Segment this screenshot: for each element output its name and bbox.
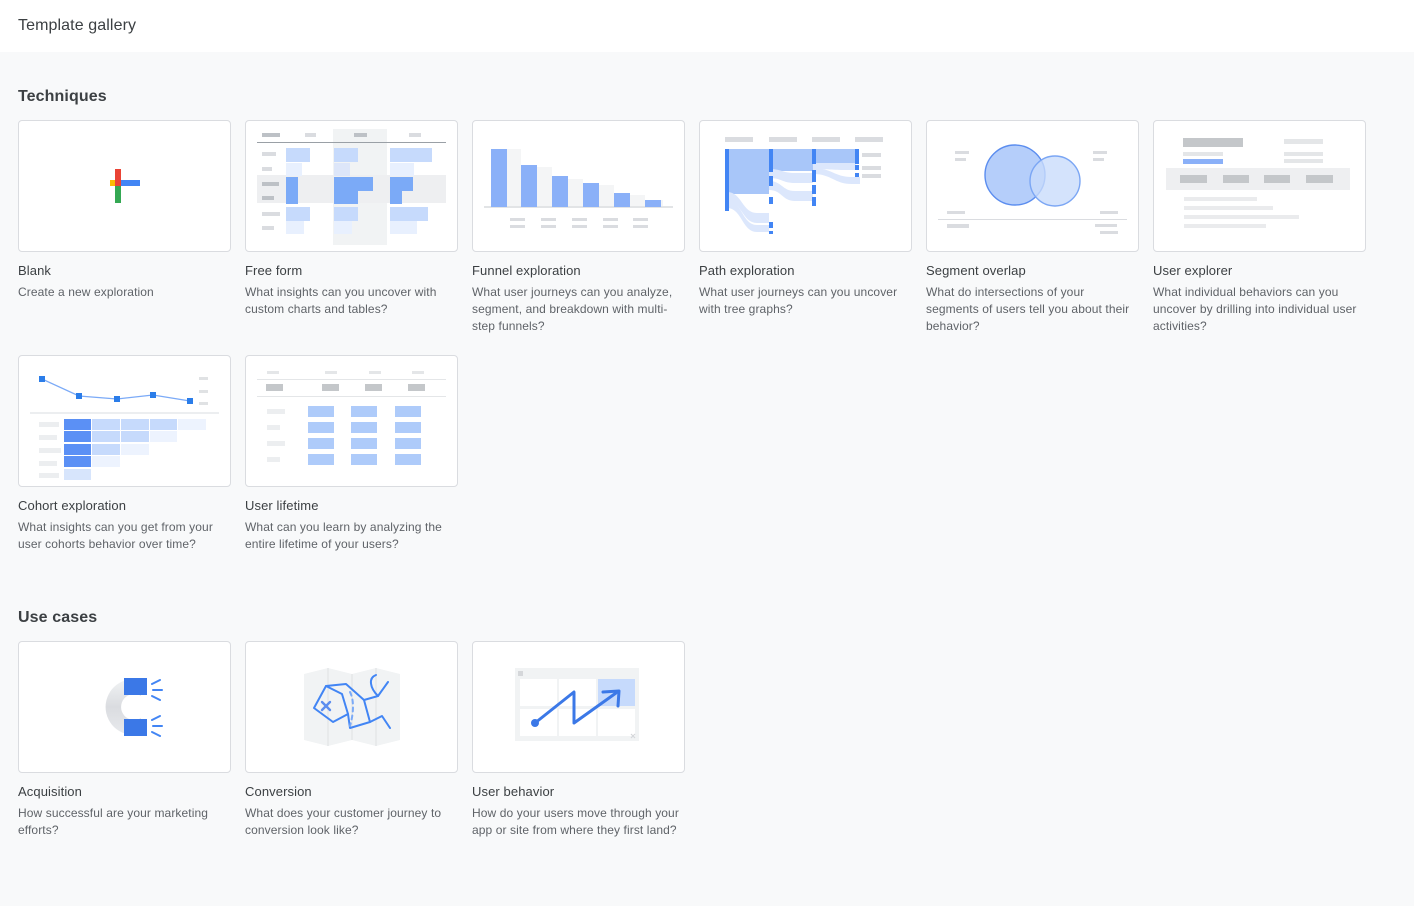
magnet-thumbnail bbox=[18, 641, 231, 773]
template-card-user-behavior[interactable]: User behavior How do your users move thr… bbox=[472, 641, 685, 839]
map-thumbnail bbox=[245, 641, 458, 773]
card-title: Cohort exploration bbox=[18, 498, 127, 513]
card-description: Create a new exploration bbox=[18, 285, 154, 299]
card-description: What can you learn by analyzing the enti… bbox=[245, 520, 442, 551]
card-description: What user journeys can you uncover with … bbox=[699, 285, 898, 316]
funnel-chart-icon bbox=[484, 149, 673, 228]
template-gallery-content: Techniques Blank Create a new exploratio… bbox=[0, 52, 1414, 859]
card-title: Free form bbox=[245, 263, 303, 278]
template-card-free-form[interactable]: Free form What insights can you uncover … bbox=[245, 120, 458, 335]
card-description: What individual behaviors can you uncove… bbox=[1153, 285, 1357, 333]
section-title-techniques: Techniques bbox=[18, 88, 107, 105]
card-title: Blank bbox=[18, 263, 52, 278]
blank-plus-thumbnail bbox=[18, 120, 231, 252]
card-description: What user journeys can you analyze, segm… bbox=[472, 285, 673, 333]
grid-arrow-thumbnail bbox=[472, 641, 685, 773]
funnel-bars-thumbnail bbox=[472, 120, 685, 252]
card-description: What do intersections of your segments o… bbox=[926, 285, 1130, 333]
user-lifetime-table-thumbnail bbox=[245, 355, 458, 487]
page-title: Template gallery bbox=[18, 17, 137, 34]
spark-lines-top bbox=[151, 679, 163, 701]
template-card-cohort-exploration[interactable]: Cohort exploration What insights can you… bbox=[18, 355, 231, 553]
card-title: User explorer bbox=[1153, 263, 1233, 278]
techniques-card-grid: Blank Create a new exploration Free form… bbox=[18, 120, 1396, 573]
user-lifetime-table-icon bbox=[257, 371, 446, 465]
template-card-segment-overlap[interactable]: Segment overlap What do intersections of… bbox=[926, 120, 1139, 335]
card-title: User lifetime bbox=[245, 498, 319, 513]
cohort-line-table-thumbnail bbox=[18, 355, 231, 487]
card-title: User behavior bbox=[472, 784, 555, 799]
page-header: Template gallery bbox=[0, 0, 1414, 52]
card-description: What insights can you get from your user… bbox=[18, 520, 213, 551]
magnet-icon bbox=[105, 678, 163, 737]
card-title: Funnel exploration bbox=[472, 263, 581, 278]
venn-diagram-icon bbox=[938, 144, 1127, 234]
card-title: Conversion bbox=[245, 784, 312, 799]
template-card-acquisition[interactable]: Acquisition How successful are your mark… bbox=[18, 641, 231, 839]
window-grid-arrow-icon bbox=[515, 668, 639, 741]
google-plus-logo-icon bbox=[110, 169, 140, 203]
user-explorer-icon bbox=[1166, 138, 1350, 228]
card-description: How do your users move through your app … bbox=[472, 806, 679, 837]
sankey-diagram-icon bbox=[725, 137, 883, 234]
free-form-table-icon bbox=[257, 129, 446, 245]
template-card-funnel-exploration[interactable]: Funnel exploration What user journeys ca… bbox=[472, 120, 685, 335]
segment-venn-thumbnail bbox=[926, 120, 1139, 252]
template-card-path-exploration[interactable]: Path exploration What user journeys can … bbox=[699, 120, 912, 335]
card-title: Acquisition bbox=[18, 784, 82, 799]
path-sankey-thumbnail bbox=[699, 120, 912, 252]
card-description: How successful are your marketing effort… bbox=[18, 806, 209, 837]
spark-lines-bottom bbox=[151, 715, 163, 737]
cohort-chart-icon bbox=[30, 376, 219, 480]
card-title: Path exploration bbox=[699, 263, 795, 278]
card-title: Segment overlap bbox=[926, 263, 1026, 278]
section-title-use-cases: Use cases bbox=[18, 609, 98, 626]
folded-map-icon bbox=[304, 668, 400, 746]
template-card-user-explorer[interactable]: User explorer What individual behaviors … bbox=[1153, 120, 1366, 335]
template-card-blank[interactable]: Blank Create a new exploration bbox=[18, 120, 231, 335]
card-description: What does your customer journey to conve… bbox=[245, 806, 442, 837]
template-card-conversion[interactable]: Conversion What does your customer journ… bbox=[245, 641, 458, 839]
use-cases-card-grid: Acquisition How successful are your mark… bbox=[18, 641, 1396, 859]
user-explorer-thumbnail bbox=[1153, 120, 1366, 252]
template-card-user-lifetime[interactable]: User lifetime What can you learn by anal… bbox=[245, 355, 458, 553]
card-description: What insights can you uncover with custo… bbox=[245, 285, 437, 316]
free-form-table-thumbnail bbox=[245, 120, 458, 252]
